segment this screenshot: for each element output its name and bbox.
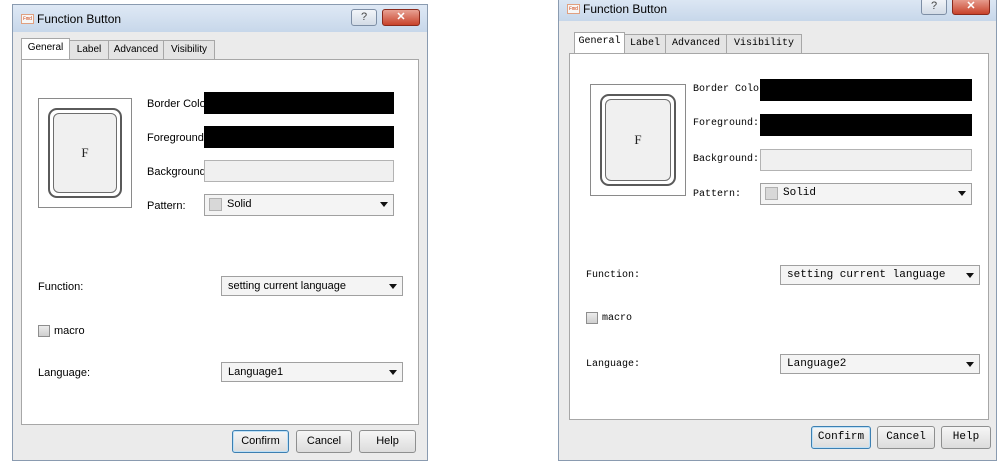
language-label: Language:	[38, 367, 90, 379]
chevron-down-icon	[966, 273, 974, 278]
border-color-swatch[interactable]	[760, 79, 972, 101]
border-color-swatch[interactable]	[204, 92, 394, 114]
macro-label: macro	[54, 325, 85, 337]
close-button[interactable]: ✕	[952, 0, 990, 15]
tab-label[interactable]: Label	[69, 40, 109, 59]
tab-advanced[interactable]: Advanced	[665, 34, 727, 53]
tab-advanced[interactable]: Advanced	[108, 40, 164, 59]
function-label: Function:	[586, 270, 641, 281]
pattern-label: Pattern:	[693, 189, 742, 200]
cancel-button[interactable]: Cancel	[877, 426, 935, 449]
close-button[interactable]: ✕	[382, 9, 420, 26]
pattern-select[interactable]: Solid	[760, 183, 972, 205]
window-title: Function Button	[583, 2, 668, 16]
help-title-button[interactable]: ?	[921, 0, 947, 15]
preview-outer-border: F	[48, 108, 122, 198]
function-value: setting current language	[228, 280, 347, 292]
background-label: Background:	[147, 166, 209, 178]
window-title: Function Button	[37, 12, 122, 26]
language-select[interactable]: Language1	[221, 362, 403, 382]
tab-general[interactable]: General	[574, 32, 625, 54]
tab-general[interactable]: General	[21, 38, 70, 60]
function-button-dialog-right: Fmd Function Button ? ✕ General Label Ad…	[558, 0, 997, 461]
macro-checkbox[interactable]	[586, 312, 598, 324]
preview-outer-border: F	[600, 94, 676, 186]
title-bar[interactable]: Fmd Function Button ? ✕	[13, 5, 427, 32]
function-value: setting current language	[787, 269, 946, 281]
pattern-value: Solid	[783, 187, 817, 199]
background-swatch[interactable]	[204, 160, 394, 182]
function-select[interactable]: setting current language	[221, 276, 403, 296]
help-button[interactable]: Help	[941, 426, 991, 449]
help-button[interactable]: Help	[359, 430, 416, 453]
pattern-select[interactable]: Solid	[204, 194, 394, 216]
chevron-down-icon	[958, 191, 966, 196]
general-panel: F Border Color: Foreground: Background: …	[21, 59, 419, 425]
function-label: Function:	[38, 281, 84, 293]
pattern-swatch	[209, 198, 222, 211]
border-color-label: Border Color:	[147, 98, 213, 110]
help-title-button[interactable]: ?	[351, 9, 377, 26]
title-bar[interactable]: Fmd Function Button ? ✕	[559, 0, 996, 21]
chevron-down-icon	[966, 362, 974, 367]
language-value: Language2	[787, 358, 847, 370]
tab-visibility[interactable]: Visibility	[163, 40, 215, 59]
foreground-label: Foreground:	[147, 132, 207, 144]
language-label: Language:	[586, 359, 641, 370]
foreground-swatch[interactable]	[204, 126, 394, 148]
chevron-down-icon	[389, 284, 397, 289]
pattern-label: Pattern:	[147, 200, 186, 212]
preview-inner-border: F	[53, 113, 117, 193]
confirm-button[interactable]: Confirm	[811, 426, 871, 449]
button-preview: F	[590, 84, 686, 196]
cancel-button[interactable]: Cancel	[296, 430, 352, 453]
foreground-label: Foreground:	[693, 118, 760, 129]
background-swatch[interactable]	[760, 149, 972, 171]
foreground-swatch[interactable]	[760, 114, 972, 136]
preview-letter: F	[81, 145, 89, 160]
button-preview: F	[38, 98, 132, 208]
app-icon: Fmd	[567, 4, 580, 14]
language-value: Language1	[228, 366, 284, 378]
tab-label[interactable]: Label	[624, 34, 666, 53]
macro-checkbox[interactable]	[38, 325, 50, 337]
background-label: Background:	[693, 154, 760, 165]
preview-letter: F	[634, 132, 642, 147]
function-button-dialog-left: Fmd Function Button ? ✕ General Label Ad…	[12, 4, 428, 461]
preview-inner-border: F	[605, 99, 671, 181]
chevron-down-icon	[380, 202, 388, 207]
macro-label: macro	[602, 313, 633, 324]
app-icon: Fmd	[21, 14, 34, 24]
chevron-down-icon	[389, 370, 397, 375]
pattern-swatch	[765, 187, 778, 200]
language-select[interactable]: Language2	[780, 354, 980, 374]
general-panel: F Border Color: Foreground: Background: …	[569, 53, 989, 420]
function-select[interactable]: setting current language	[780, 265, 980, 285]
confirm-button[interactable]: Confirm	[232, 430, 289, 453]
pattern-value: Solid	[227, 198, 252, 210]
tab-visibility[interactable]: Visibility	[726, 34, 802, 53]
